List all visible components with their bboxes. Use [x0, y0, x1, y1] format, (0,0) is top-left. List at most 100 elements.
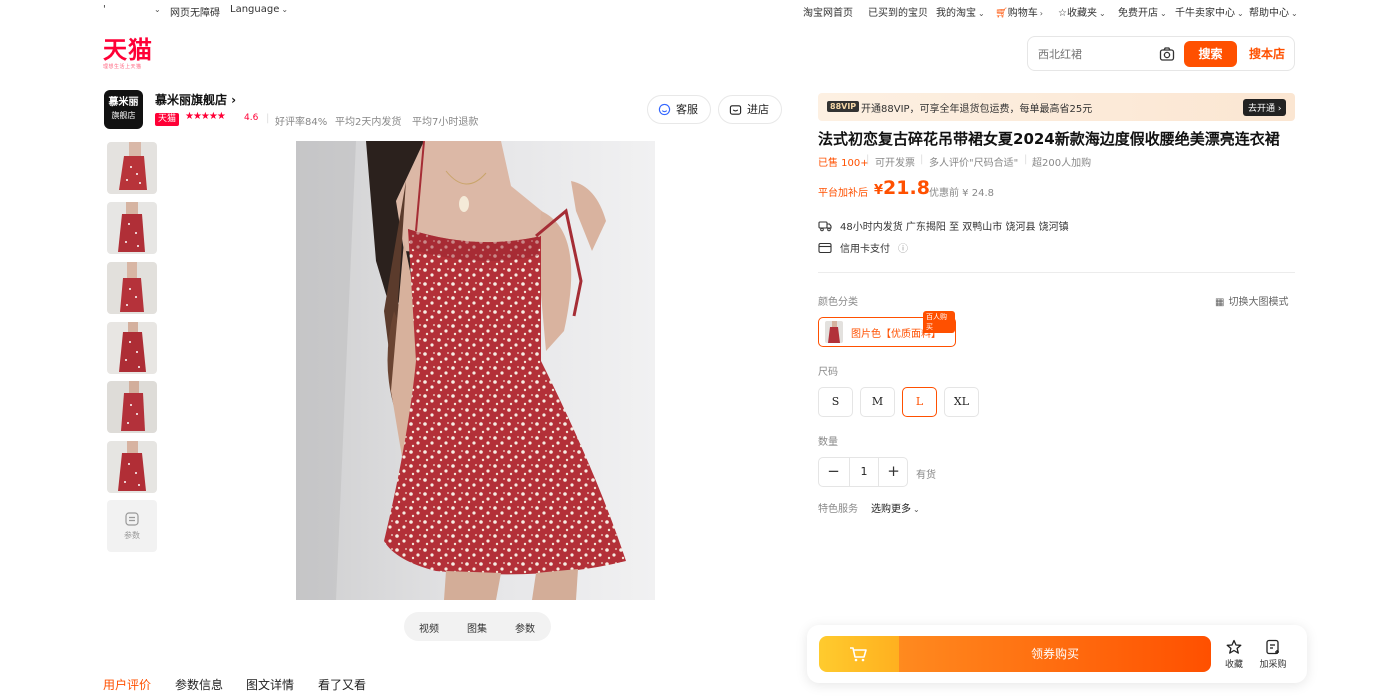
grid-icon: ▦: [1215, 297, 1225, 308]
size-label: 尺码: [818, 367, 838, 378]
tmall-logo[interactable]: 天猫 理想生活上天猫: [103, 37, 163, 71]
sold-count: 已售 100+: [818, 158, 869, 169]
gallery-params-thumbnail[interactable]: 参数: [107, 500, 157, 552]
shop-rating-stars: ★★★★★: [185, 111, 226, 122]
favorite-button[interactable]: 收藏: [1216, 639, 1252, 670]
coupon-buy-button[interactable]: 领券购买: [899, 636, 1211, 672]
quantity-decrease-button[interactable]: −: [819, 458, 848, 486]
cart-link[interactable]: 🛒︎购物车 ›: [995, 4, 1043, 19]
gallery-thumbnail[interactable]: [107, 441, 157, 493]
store-icon: [729, 105, 742, 115]
gallery-thumbnail[interactable]: [107, 381, 157, 433]
location-dropdown[interactable]: ⌄: [152, 4, 161, 15]
chevron-down-icon: ⌄: [281, 5, 289, 14]
dress-model-image: [296, 141, 655, 600]
more-services-dropdown[interactable]: 选购更多 ⌄: [871, 500, 920, 515]
quantity-label: 数量: [818, 437, 838, 448]
enter-shop-button[interactable]: 进店: [718, 95, 782, 124]
chevron-down-icon: ⌄: [1098, 9, 1106, 18]
tab-video[interactable]: 视频: [419, 620, 439, 635]
delivery-truck-icon: [818, 221, 832, 232]
media-tabs: 视频 图集 参数: [404, 612, 551, 641]
main-product-image[interactable]: [296, 141, 655, 600]
taobao-home-link[interactable]: 淘宝网首页: [803, 4, 853, 19]
size-option-xl[interactable]: XL: [944, 387, 979, 417]
search-box: 搜索 搜本店: [1027, 36, 1295, 71]
price-label: 平台加补后: [818, 188, 868, 199]
special-service-label: 特色服务: [818, 504, 858, 515]
camera-icon[interactable]: [1159, 46, 1175, 62]
search-input[interactable]: [1038, 45, 1148, 63]
size-option-m[interactable]: M: [860, 387, 895, 417]
quantity-input[interactable]: 1: [849, 458, 879, 486]
divider: |: [866, 154, 870, 165]
credit-card-icon: [818, 242, 832, 254]
gallery-thumbnail[interactable]: [107, 262, 157, 314]
dress-thumbnail-image: [107, 441, 157, 493]
chevron-down-icon: ›: [1039, 9, 1043, 18]
headset-icon: [658, 103, 671, 116]
tab-also-viewed[interactable]: 看了又看: [318, 676, 366, 693]
tab-params[interactable]: 参数: [515, 620, 535, 635]
gallery-thumbnail[interactable]: [107, 142, 157, 194]
payment-info: 信用卡支付 ⓘ: [818, 240, 908, 255]
stock-status: 有货: [916, 470, 936, 481]
tab-gallery[interactable]: 图集: [467, 620, 487, 635]
divider: |: [920, 154, 924, 165]
shop-rating-score: 4.6: [244, 113, 259, 123]
gallery-thumbnail[interactable]: [107, 322, 157, 374]
help-center-dropdown[interactable]: 帮助中心 ⌄: [1249, 4, 1298, 19]
shop-name-link[interactable]: 慕米丽旗舰店 ›: [155, 91, 236, 108]
invoice-info: 可开发票: [875, 158, 915, 169]
review-hint: 多人评价"尺码合适": [929, 158, 1019, 169]
tmall-badge: 天猫: [155, 113, 180, 126]
chevron-down-icon: ⌄: [1237, 9, 1244, 18]
divider: |: [1024, 154, 1028, 165]
language-dropdown[interactable]: Language ⌄: [230, 4, 288, 15]
search-shop-button[interactable]: 搜本店: [1242, 41, 1292, 67]
my-taobao-dropdown[interactable]: 我的淘宝 ⌄: [936, 4, 985, 19]
size-option-l[interactable]: L: [902, 387, 937, 417]
star-icon: ☆: [1058, 8, 1067, 19]
dress-thumbnail-image: [107, 381, 157, 433]
search-button[interactable]: 搜索: [1184, 41, 1237, 67]
dress-thumbnail-image: [107, 322, 157, 374]
shipping-info: 48小时内发货 广东揭阳 至 双鸭山市 饶河县 饶河镇: [818, 218, 1069, 233]
vip-badge: 88VIP: [827, 101, 860, 112]
add-to-cart-button[interactable]: [819, 636, 899, 672]
accessibility-link[interactable]: 网页无障碍: [170, 4, 220, 19]
switch-large-image-mode[interactable]: ▦ 切换大图模式: [1215, 293, 1288, 308]
cart-count: 超200人加购: [1032, 158, 1092, 169]
shipping-average: 平均2天内发货: [335, 117, 402, 128]
refund-average: 平均7小时退款: [412, 117, 479, 128]
favorites-dropdown[interactable]: ☆收藏夹 ⌄: [1058, 4, 1106, 19]
dress-thumbnail-image: [107, 142, 157, 194]
chevron-down-icon: ⌄: [913, 505, 920, 514]
color-option[interactable]: 图片色【优质面料】 百人购买: [818, 311, 956, 347]
color-label: 颜色分类: [818, 297, 858, 308]
top-nav-bar: ' ⌄ 网页无障碍 Language ⌄ 淘宝网首页 已买到的宝贝 我的淘宝 ⌄ 🛒…: [0, 0, 1400, 22]
tab-image-details[interactable]: 图文详情: [246, 676, 294, 693]
add-purchase-button[interactable]: 加采购: [1255, 639, 1291, 670]
tab-param-info[interactable]: 参数信息: [175, 676, 223, 693]
open-store-dropdown[interactable]: 免费开店 ⌄: [1118, 4, 1167, 19]
seller-center-dropdown[interactable]: 千牛卖家中心 ⌄: [1175, 4, 1244, 19]
params-icon: [125, 512, 139, 526]
bought-items-link[interactable]: 已买到的宝贝: [868, 4, 928, 19]
vip-text: 开通88VIP，可享全年退货包运费，每单最高省25元: [861, 104, 1093, 115]
customer-service-button[interactable]: 客服: [647, 95, 711, 124]
gallery-thumbnail[interactable]: [107, 202, 157, 254]
info-icon[interactable]: ⓘ: [898, 244, 908, 255]
quantity-increase-button[interactable]: +: [879, 458, 908, 486]
cart-icon: [850, 647, 867, 662]
vip-banner[interactable]: 88VIP 开通88VIP，可享全年退货包运费，每单最高省25元 去开通 ›: [818, 93, 1295, 121]
purchase-list-icon: [1266, 639, 1279, 655]
chevron-down-icon: ⌄: [1160, 9, 1167, 18]
product-title: 法式初恋复古碎花吊带裙女夏2024新款海边度假收腰绝美漂亮连衣裙: [818, 130, 1280, 148]
dress-thumbnail-image: [107, 262, 157, 314]
tab-user-reviews[interactable]: 用户评价: [103, 676, 151, 693]
size-option-s[interactable]: S: [818, 387, 853, 417]
shop-logo[interactable]: 慕米丽 旗舰店: [104, 90, 143, 129]
vip-open-button[interactable]: 去开通 ›: [1243, 99, 1287, 116]
section-divider: [818, 272, 1295, 273]
